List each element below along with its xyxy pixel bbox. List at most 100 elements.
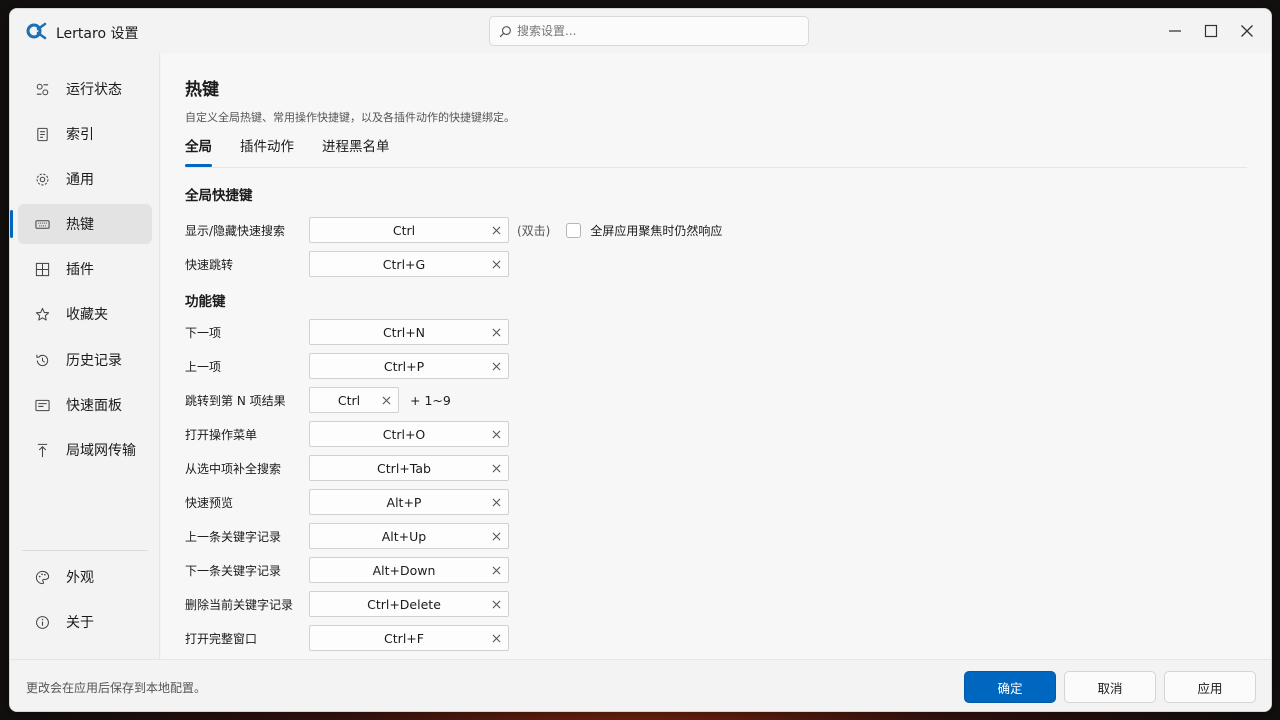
clear-icon[interactable] <box>490 496 502 508</box>
section-title-global: 全局快捷键 <box>185 188 253 204</box>
page-description: 自定义全局热键、常用操作快捷键，以及各插件动作的快捷键绑定。 <box>185 111 515 124</box>
tab-process-blacklist[interactable]: 进程黑名单 <box>322 135 390 167</box>
clear-icon[interactable] <box>490 360 502 372</box>
hotkey-row: 从选中项补全搜索 Ctrl+Tab <box>185 455 509 481</box>
number-range-suffix: + 1~9 <box>410 392 451 408</box>
hotkey-label: 下一项 <box>185 325 222 340</box>
hotkey-label: 打开完整窗口 <box>185 631 258 646</box>
keyboard-icon <box>34 216 50 232</box>
hotkey-label: 上一项 <box>185 359 222 374</box>
footer-note: 更改会在应用后保存到本地配置。 <box>26 681 207 695</box>
sidebar-item-appearance[interactable]: 外观 <box>18 557 152 597</box>
hotkey-field[interactable]: Ctrl+P <box>309 353 509 379</box>
clear-icon[interactable] <box>490 428 502 440</box>
hotkey-field[interactable]: Ctrl+O <box>309 421 509 447</box>
info-icon <box>34 614 50 630</box>
clear-icon[interactable] <box>490 632 502 644</box>
hotkey-value: Ctrl+Delete <box>367 596 441 612</box>
sidebar-item-history[interactable]: 历史记录 <box>18 340 152 380</box>
hotkey-row: 跳转到第 N 项结果 Ctrl + 1~9 <box>185 387 451 413</box>
sidebar-item-favorites[interactable]: 收藏夹 <box>18 294 152 334</box>
hotkey-field[interactable]: Alt+Up <box>309 523 509 549</box>
history-icon <box>34 352 50 368</box>
cancel-button[interactable]: 取消 <box>1064 671 1156 703</box>
hotkey-row: 上一条关键字记录 Alt+Up <box>185 523 509 549</box>
sidebar-item-label: 热键 <box>66 217 94 233</box>
fullscreen-respond-label: 全屏应用聚焦时仍然响应 <box>590 223 723 238</box>
title-bar: Lertaro 设置 <box>10 9 1271 53</box>
hotkey-label: 上一条关键字记录 <box>185 529 282 544</box>
status-icon <box>34 81 50 97</box>
hotkey-value: Ctrl+N <box>382 324 426 340</box>
section-title-function: 功能键 <box>185 294 226 310</box>
hotkey-row: 快速跳转 Ctrl+G <box>185 251 509 277</box>
tab-plugin-actions[interactable]: 插件动作 <box>240 135 294 167</box>
hotkey-label: 快速预览 <box>185 495 234 510</box>
hotkey-label: 从选中项补全搜索 <box>185 461 282 476</box>
apply-button[interactable]: 应用 <box>1164 671 1256 703</box>
maximize-icon <box>1204 24 1218 38</box>
tab-divider <box>185 167 1247 168</box>
sidebar-item-status[interactable]: 运行状态 <box>18 69 152 109</box>
clear-icon[interactable] <box>490 564 502 576</box>
sidebar-item-hotkeys[interactable]: 热键 <box>10 204 152 244</box>
sidebar-item-quick-panel[interactable]: 快速面板 <box>18 385 152 425</box>
sidebar-item-label: 通用 <box>66 172 94 188</box>
hotkey-field[interactable]: Ctrl <box>309 217 509 243</box>
hotkey-value: Ctrl+Tab <box>377 460 431 476</box>
window-title: Lertaro 设置 <box>56 26 139 42</box>
tab-global[interactable]: 全局 <box>185 135 212 167</box>
clear-icon[interactable] <box>490 224 502 236</box>
hotkey-value: Alt+P <box>386 494 422 510</box>
clear-icon[interactable] <box>490 598 502 610</box>
sidebar-item-lan-transfer[interactable]: 局域网传输 <box>18 430 152 470</box>
hotkey-row: 显示/隐藏快速搜索 Ctrl (双击) 全屏应用聚焦时仍然响应 <box>185 217 722 243</box>
sidebar-item-label: 局域网传输 <box>66 443 136 459</box>
sidebar-item-label: 收藏夹 <box>66 307 108 323</box>
sidebar-item-label: 运行状态 <box>66 82 122 98</box>
sidebar-item-general[interactable]: 通用 <box>18 159 152 199</box>
search-icon <box>499 25 511 37</box>
sidebar-item-label: 快速面板 <box>66 398 122 414</box>
hotkey-value: Alt+Down <box>372 562 436 578</box>
page-title: 热键 <box>185 80 219 100</box>
index-icon <box>34 126 50 142</box>
sidebar-item-plugins[interactable]: 插件 <box>18 249 152 289</box>
hotkey-field[interactable]: Ctrl+N <box>309 319 509 345</box>
sidebar-item-label: 历史记录 <box>66 353 122 369</box>
sidebar-item-label: 关于 <box>66 615 94 631</box>
hotkey-row: 下一条关键字记录 Alt+Down <box>185 557 509 583</box>
fullscreen-respond-checkbox[interactable] <box>566 222 582 238</box>
hotkey-field[interactable]: Ctrl <box>309 387 399 413</box>
hotkey-field[interactable]: Ctrl+G <box>309 251 509 277</box>
minimize-button[interactable] <box>1161 17 1189 45</box>
clear-icon[interactable] <box>490 326 502 338</box>
hotkey-row: 快速预览 Alt+P <box>185 489 509 515</box>
upload-icon <box>34 442 50 458</box>
panel-icon <box>34 397 50 413</box>
sidebar-item-label: 插件 <box>66 262 94 278</box>
maximize-button[interactable] <box>1197 17 1225 45</box>
search-box[interactable] <box>489 16 809 46</box>
hotkey-field[interactable]: Ctrl+F <box>309 625 509 651</box>
sidebar: 运行状态 索引 通用 热键 插件 收藏夹 历史记录 快速面板 局域网传输 外观 … <box>10 53 160 659</box>
clear-icon[interactable] <box>490 258 502 270</box>
hotkey-label: 快速跳转 <box>185 257 234 272</box>
clear-icon[interactable] <box>490 530 502 542</box>
ok-button[interactable]: 确定 <box>964 671 1056 703</box>
hotkey-field[interactable]: Alt+Down <box>309 557 509 583</box>
sidebar-item-index[interactable]: 索引 <box>18 114 152 154</box>
clear-icon[interactable] <box>490 462 502 474</box>
hotkey-field[interactable]: Ctrl+Tab <box>309 455 509 481</box>
hotkey-field[interactable]: Alt+P <box>309 489 509 515</box>
close-button[interactable] <box>1233 17 1261 45</box>
search-input[interactable] <box>517 24 797 38</box>
plugin-icon <box>34 261 50 277</box>
hotkey-row: 下一项 Ctrl+N <box>185 319 509 345</box>
star-icon <box>34 306 50 322</box>
clear-icon[interactable] <box>380 394 392 406</box>
hotkey-field[interactable]: Ctrl+Delete <box>309 591 509 617</box>
sidebar-item-about[interactable]: 关于 <box>18 602 152 642</box>
double-click-note: (双击) <box>517 223 551 238</box>
hotkey-row: 打开完整窗口 Ctrl+F <box>185 625 509 651</box>
